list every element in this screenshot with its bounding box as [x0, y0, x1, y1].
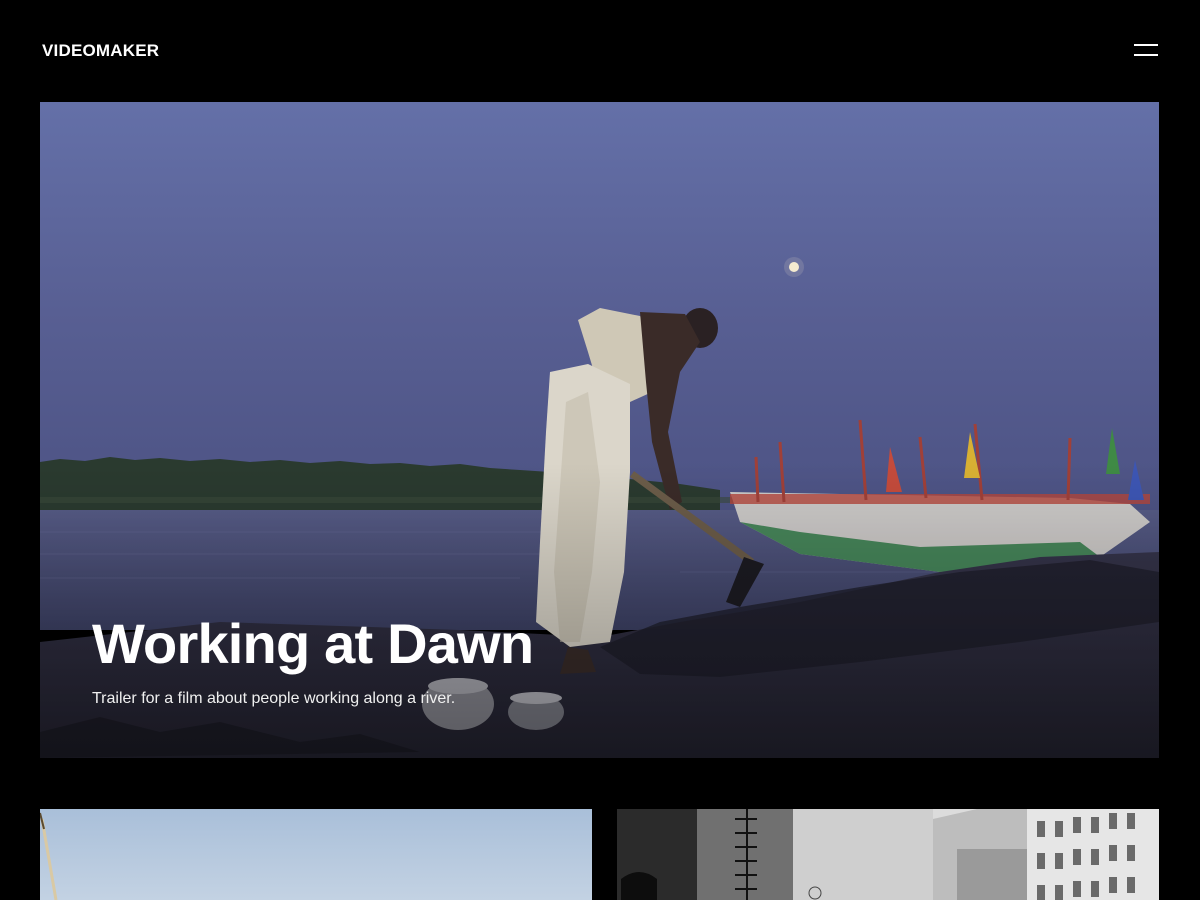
video-card[interactable] [617, 809, 1159, 900]
video-thumbnail [617, 809, 1159, 900]
site-header: VIDEOMAKER [0, 0, 1200, 102]
hero-caption: Working at Dawn Trailer for a film about… [92, 610, 534, 710]
page: VIDEOMAKER Working at Dawn Trailer for a… [0, 0, 1200, 900]
site-logo[interactable]: VIDEOMAKER [42, 41, 159, 61]
video-thumbnail [40, 809, 592, 900]
menu-button[interactable] [1128, 36, 1164, 64]
video-card[interactable] [40, 809, 592, 900]
hero-title[interactable]: Working at Dawn [92, 610, 534, 678]
featured-video[interactable]: Working at Dawn Trailer for a film about… [40, 102, 1159, 758]
hero-subtitle: Trailer for a film about people working … [92, 690, 456, 707]
